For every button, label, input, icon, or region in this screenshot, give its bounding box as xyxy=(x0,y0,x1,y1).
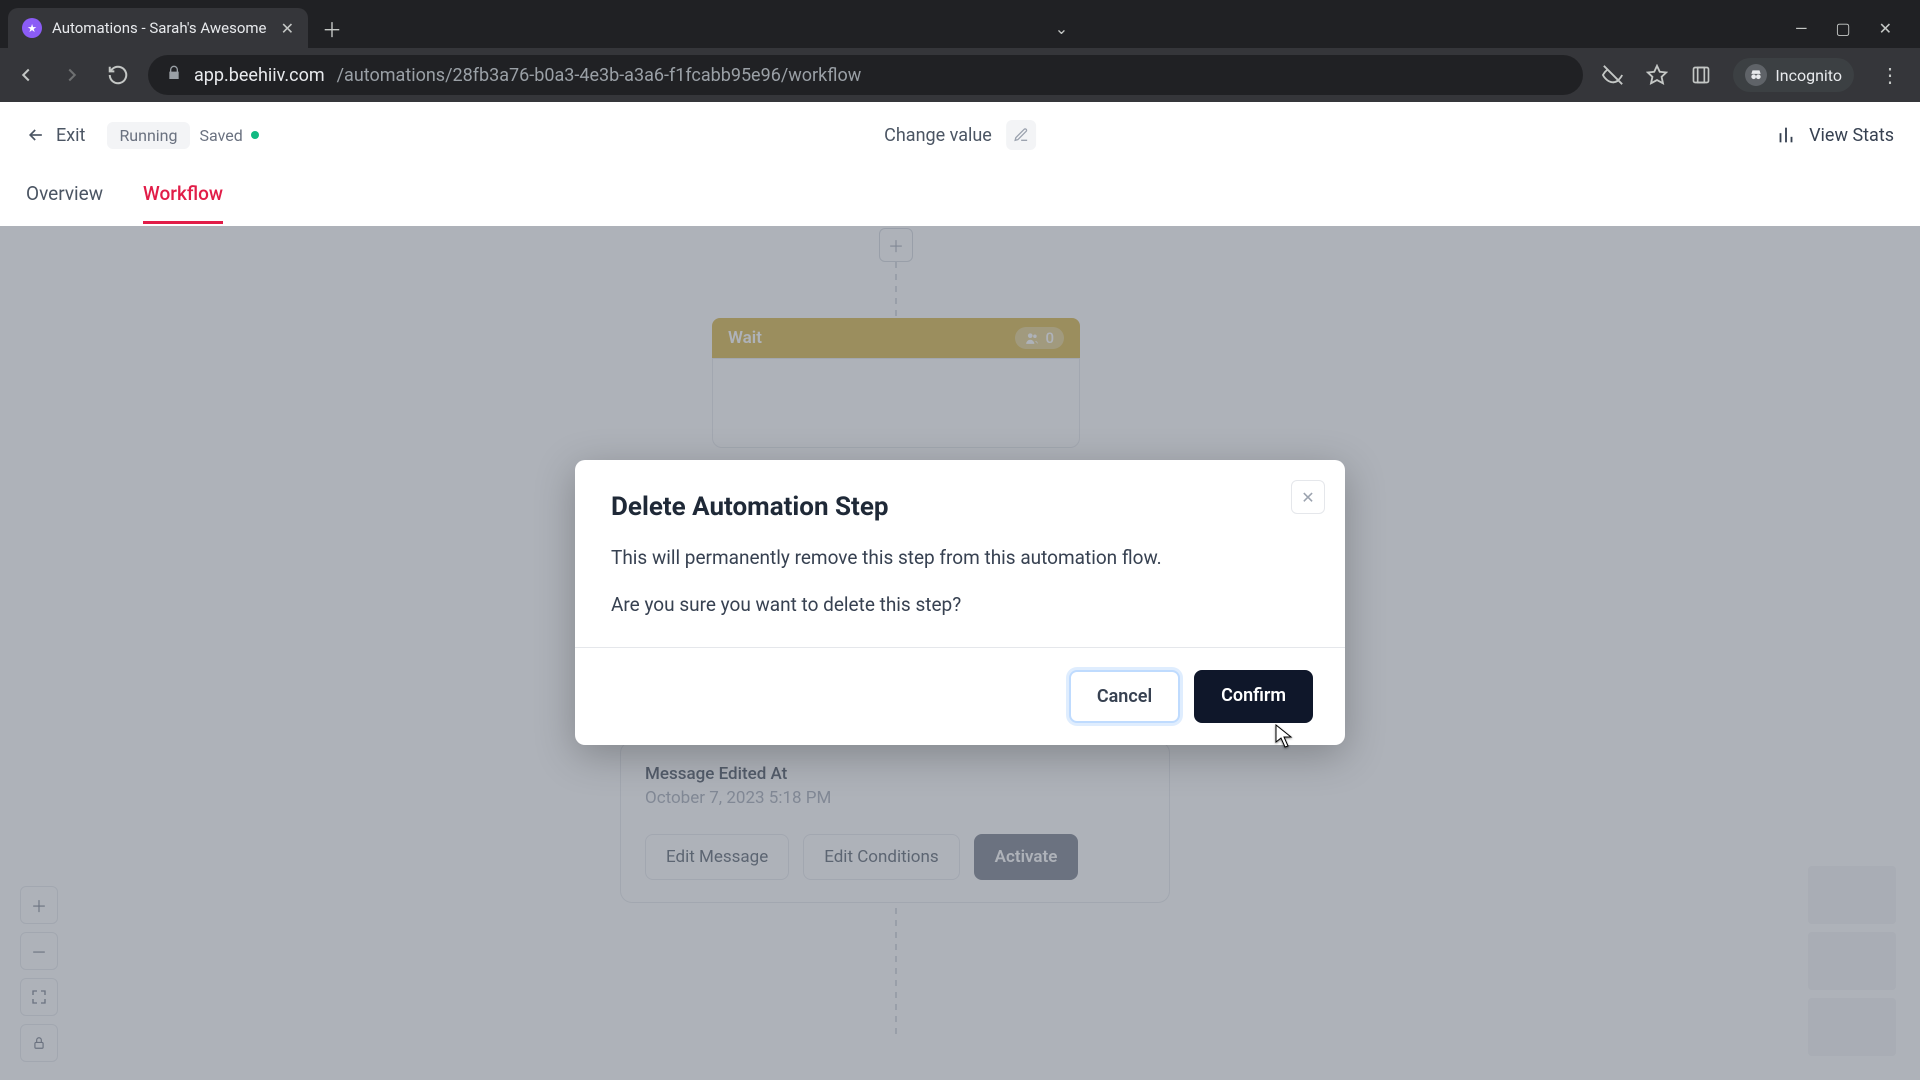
page-title: Change value xyxy=(884,125,992,146)
addr-right-icons: Incognito ⋮ xyxy=(1601,58,1906,92)
status-saved-label: Saved xyxy=(200,126,243,145)
modal-body: Delete Automation Step This will permane… xyxy=(575,460,1345,647)
new-tab-button[interactable]: ＋ xyxy=(316,12,348,44)
tab-title: Automations - Sarah's Awesome xyxy=(52,19,267,37)
app-header: Exit Running Saved Change value View Sta… xyxy=(0,102,1920,168)
pencil-icon xyxy=(1013,127,1029,143)
url-path: /automations/28fb3a76-b0a3-4e3b-a3a6-f1f… xyxy=(337,65,862,86)
saved-dot-icon xyxy=(251,131,259,139)
browser-tab[interactable]: ★ Automations - Sarah's Awesome ✕ xyxy=(8,8,308,48)
modal-text-2: Are you sure you want to delete this ste… xyxy=(611,591,1309,620)
url-host: app.beehiiv.com xyxy=(194,65,325,86)
incognito-icon xyxy=(1745,64,1767,86)
tab-workflow[interactable]: Workflow xyxy=(143,182,223,224)
star-icon[interactable] xyxy=(1645,63,1669,87)
page-title-group: Change value xyxy=(884,120,1036,150)
edit-title-button[interactable] xyxy=(1006,120,1036,150)
incognito-badge[interactable]: Incognito xyxy=(1733,58,1854,92)
nav-icons xyxy=(14,63,130,87)
tab-overview[interactable]: Overview xyxy=(26,182,103,221)
minimize-icon[interactable]: ― xyxy=(1795,19,1808,38)
kebab-menu-icon[interactable]: ⋮ xyxy=(1874,63,1906,87)
browser-chrome: ★ Automations - Sarah's Awesome ✕ ＋ ⌄ ― … xyxy=(0,0,1920,102)
modal-text-1: This will permanently remove this step f… xyxy=(611,544,1309,573)
status-running-badge: Running xyxy=(107,122,189,149)
app-root: Exit Running Saved Change value View Sta… xyxy=(0,102,1920,1080)
bar-chart-icon xyxy=(1775,124,1797,146)
chevron-down-icon[interactable]: ⌄ xyxy=(1055,19,1068,38)
close-window-icon[interactable]: ✕ xyxy=(1879,19,1892,38)
close-icon[interactable]: ✕ xyxy=(281,19,294,38)
url-field[interactable]: app.beehiiv.com/automations/28fb3a76-b0a… xyxy=(148,55,1583,95)
forward-icon[interactable] xyxy=(60,63,84,87)
modal-title: Delete Automation Step xyxy=(611,492,1309,522)
confirm-button[interactable]: Confirm xyxy=(1194,670,1313,723)
address-bar: app.beehiiv.com/automations/28fb3a76-b0a… xyxy=(0,48,1920,102)
modal-close-button[interactable]: ✕ xyxy=(1291,480,1325,514)
back-icon[interactable] xyxy=(14,63,38,87)
tab-favicon: ★ xyxy=(22,18,42,38)
view-stats-button[interactable]: View Stats xyxy=(1775,124,1894,146)
cancel-button[interactable]: Cancel xyxy=(1069,670,1180,723)
view-stats-label: View Stats xyxy=(1809,125,1894,146)
status-saved-badge: Saved xyxy=(200,126,259,145)
tab-bar: ★ Automations - Sarah's Awesome ✕ ＋ ⌄ ― … xyxy=(0,0,1920,48)
incognito-label: Incognito xyxy=(1775,66,1842,85)
reload-icon[interactable] xyxy=(106,63,130,87)
delete-step-modal: ✕ Delete Automation Step This will perma… xyxy=(575,460,1345,745)
maximize-icon[interactable]: ▢ xyxy=(1835,19,1850,38)
exit-button[interactable]: Exit xyxy=(26,125,85,146)
extension-icon[interactable] xyxy=(1689,63,1713,87)
lock-icon xyxy=(166,65,182,86)
window-controls: ― ▢ ✕ xyxy=(1795,19,1912,38)
eye-off-icon[interactable] xyxy=(1601,63,1625,87)
arrow-left-icon xyxy=(26,125,46,145)
exit-label: Exit xyxy=(56,125,85,146)
modal-footer: Cancel Confirm xyxy=(575,647,1345,745)
workflow-canvas[interactable]: ＋ Wait 0 Message Edited At October 7, 20… xyxy=(0,226,1920,1080)
tabs-row: Overview Workflow xyxy=(0,168,1920,226)
